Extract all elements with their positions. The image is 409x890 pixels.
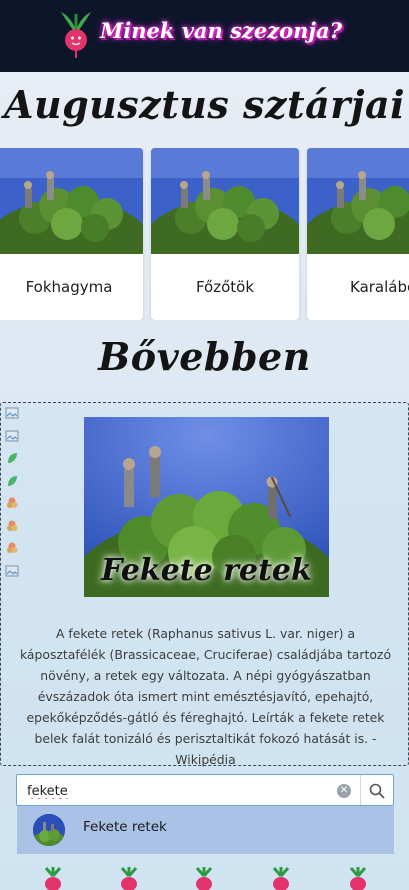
site-title[interactable]: Minek van szezonja?: [100, 18, 342, 43]
top-bar: Minek van szezonja?: [0, 0, 409, 72]
search-input[interactable]: [27, 781, 327, 801]
flower-icon[interactable]: [5, 541, 19, 555]
suggestion-avatar: [33, 814, 65, 846]
more-heading: Bővebben: [98, 334, 311, 379]
side-icon-column: [5, 406, 21, 586]
card-label: Karalábé: [350, 278, 409, 296]
detail-panel: Fekete retek A fekete retek (Raphanus sa…: [0, 402, 409, 767]
leaf-icon[interactable]: [5, 474, 19, 488]
radish-icon: [349, 867, 367, 890]
hero-image: Fekete retek: [84, 417, 329, 597]
search-suggestion-item[interactable]: Fekete retek: [17, 806, 394, 854]
flower-icon[interactable]: [5, 496, 19, 510]
card-image: [0, 148, 143, 254]
clear-icon[interactable]: ✕: [337, 784, 351, 798]
card-image: [307, 148, 409, 254]
card-label: Fokhagyma: [25, 278, 113, 296]
broken-image-icon[interactable]: [5, 406, 19, 420]
card-label: Főzőtök: [195, 278, 255, 296]
month-stars-heading: Augusztus sztárjai: [3, 82, 406, 127]
radish-icon: [120, 867, 138, 890]
leaf-icon[interactable]: [5, 451, 19, 465]
carousel-card-fokhagyma[interactable]: Fokhagyma: [0, 148, 143, 320]
radish-icon: [195, 867, 213, 890]
search-box: ✕: [16, 774, 394, 806]
radish-icon: [44, 867, 62, 890]
search-divider: [360, 775, 361, 805]
description-text: A fekete retek (Raphanus sativus L. var.…: [19, 626, 392, 767]
flower-icon[interactable]: [5, 519, 19, 533]
seasonal-carousel[interactable]: Fokhagyma Főzőtök Karalábé: [0, 148, 409, 320]
suggestion-label: Fekete retek: [83, 819, 167, 835]
hero-title: Fekete retek: [101, 553, 312, 588]
radish-decoration-row: [0, 866, 409, 890]
carousel-card-karalabe[interactable]: Karalábé: [307, 148, 409, 320]
radish-logo-icon[interactable]: [57, 8, 95, 58]
card-image: [151, 148, 299, 254]
broken-image-icon[interactable]: [5, 564, 19, 578]
broken-image-icon[interactable]: [5, 429, 19, 443]
carousel-card-fozotok[interactable]: Főzőtök: [151, 148, 299, 320]
search-icon[interactable]: [367, 781, 387, 801]
radish-icon: [272, 867, 290, 890]
